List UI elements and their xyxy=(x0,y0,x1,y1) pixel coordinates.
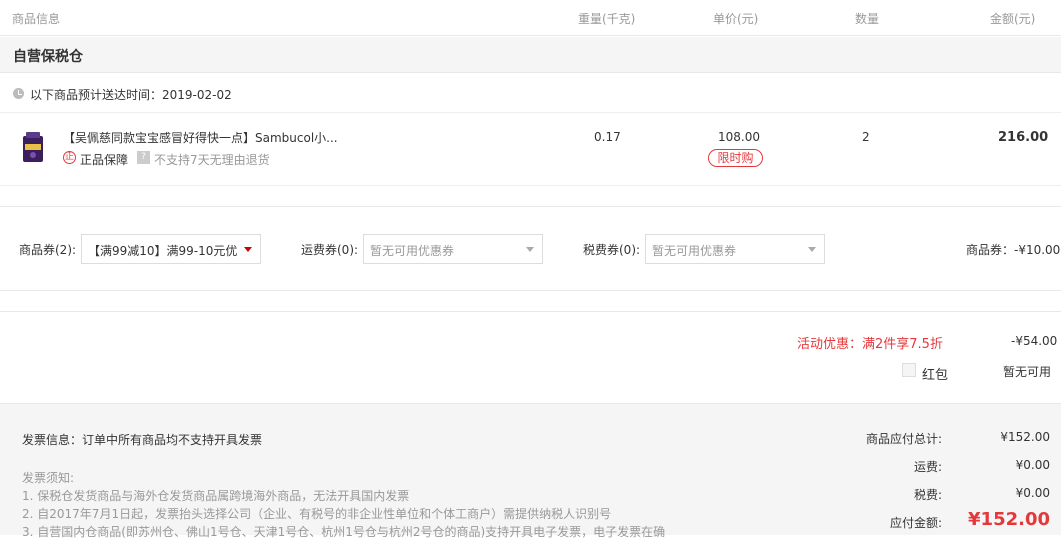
invoice-notes-title: 发票须知: xyxy=(22,471,75,485)
goods-coupon-value: 【满99减10】满99-10元优... xyxy=(88,244,238,258)
shipping-fee-value: ¥0.00 xyxy=(1015,458,1050,472)
genuine-guarantee-icon: 正 xyxy=(63,151,76,164)
shipping-fee-label: 运费: xyxy=(913,460,942,474)
item-unit-price: 108.00 xyxy=(718,130,760,144)
goods-total-label: 商品应付总计: xyxy=(865,432,942,446)
hongbao-status: 暂无可用 xyxy=(1003,365,1052,379)
invoice-note-item: 2. 自2017年7月1日起，发票抬头选择公司（企业、有税号的非企业性单位和个体… xyxy=(22,507,612,521)
item-amount: 216.00 xyxy=(998,130,1049,145)
payable-label: 应付金额: xyxy=(889,516,942,530)
product-title-link[interactable]: 【吴佩慈同款宝宝感冒好得快一点】Sambucol小... xyxy=(63,129,353,146)
divider xyxy=(0,311,1061,312)
tax-coupon-value: 暂无可用优惠券 xyxy=(652,244,737,258)
goods-coupon-select[interactable]: 【满99减10】满99-10元优... xyxy=(81,234,261,264)
promotion-amount: -¥54.00 xyxy=(1011,334,1058,348)
no-return-label: 不支持7天无理由退货 xyxy=(154,153,270,167)
item-weight: 0.17 xyxy=(594,130,621,144)
tax-fee-label: 税费: xyxy=(913,488,942,502)
header-weight: 重量(千克) xyxy=(578,12,636,26)
delivery-time: 以下商品预计送达时间：2019-02-02 xyxy=(30,88,232,102)
invoice-info: 发票信息：订单中所有商品均不支持开具发票 xyxy=(22,433,263,447)
caret-down-icon xyxy=(244,247,252,252)
header-quantity: 数量 xyxy=(855,12,880,26)
warehouse-title: 自营保税仓 xyxy=(13,49,83,65)
genuine-guarantee-label: 正品保障 xyxy=(80,153,129,167)
invoice-note-item: 3. 自营国内仓商品(即苏州仓、佛山1号仓、天津1号仓、杭州1号仓与杭州2号仓的… xyxy=(22,525,666,539)
warehouse-section: 自营保税仓 xyxy=(0,37,1061,73)
tax-coupon-label: 税费券(0): xyxy=(583,243,641,257)
item-quantity: 2 xyxy=(862,130,870,144)
clock-icon xyxy=(13,88,24,99)
caret-down-icon xyxy=(526,247,534,252)
divider xyxy=(0,206,1061,207)
coupon-discount-summary: 商品券：-¥10.00 xyxy=(966,243,1061,257)
invoice-note-item: 1. 保税仓发货商品与海外仓发货商品属跨境海外商品，无法开具国内发票 xyxy=(22,489,410,503)
no-return-icon: ? xyxy=(137,151,150,164)
tax-fee-value: ¥0.00 xyxy=(1015,486,1050,500)
invoice-notes: 发票须知: 1. 保税仓发货商品与海外仓发货商品属跨境海外商品，无法开具国内发票… xyxy=(22,469,665,541)
table-row xyxy=(0,113,1061,186)
shipping-coupon-select[interactable]: 暂无可用优惠券 xyxy=(363,234,543,264)
product-thumbnail[interactable] xyxy=(20,130,48,164)
caret-down-icon xyxy=(808,247,816,252)
table-header: 商品信息 重量(千克) 单价(元) 数量 金额(元) xyxy=(0,0,1061,36)
goods-coupon-label: 商品券(2): xyxy=(19,243,77,257)
payable-value: ¥152.00 xyxy=(968,509,1050,530)
shipping-coupon-label: 运费券(0): xyxy=(301,243,359,257)
header-unit-price: 单价(元) xyxy=(713,12,759,26)
goods-total-value: ¥152.00 xyxy=(1000,430,1050,444)
header-amount: 金额(元) xyxy=(990,12,1036,26)
header-product-info: 商品信息 xyxy=(12,12,61,26)
tax-coupon-select[interactable]: 暂无可用优惠券 xyxy=(645,234,825,264)
promotion-text: 活动优惠：满2件享7.5折 xyxy=(797,337,943,352)
hongbao-label: 红包 xyxy=(922,368,949,383)
shipping-coupon-value: 暂无可用优惠券 xyxy=(370,244,455,258)
limited-sale-tag: 限时购 xyxy=(708,149,763,167)
hongbao-checkbox[interactable] xyxy=(902,363,916,377)
divider xyxy=(0,290,1061,291)
